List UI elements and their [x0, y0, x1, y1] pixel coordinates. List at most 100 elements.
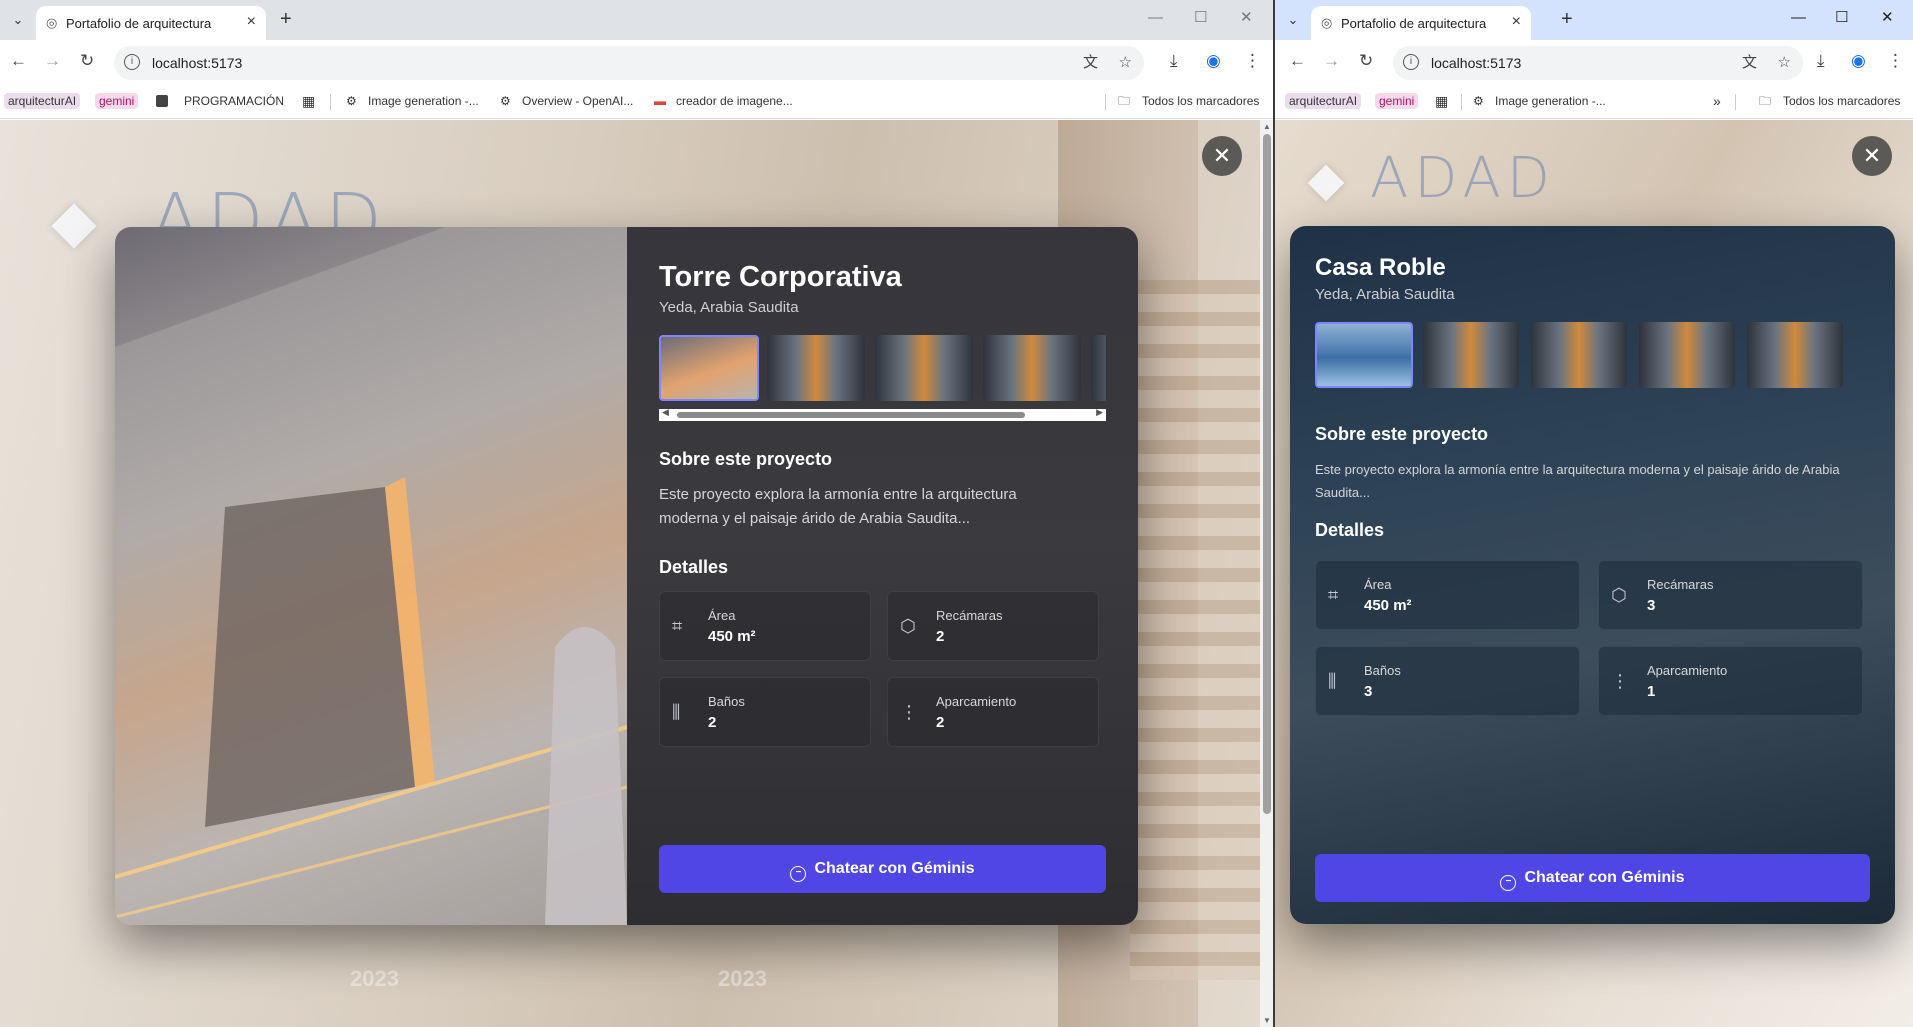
menu-icon[interactable]: ⋮ — [1244, 51, 1261, 71]
chat-icon: − — [790, 866, 807, 882]
scroll-thumb[interactable] — [677, 412, 1025, 418]
maximize-button[interactable]: ☐ — [1194, 8, 1207, 28]
thumbnail-5[interactable] — [1747, 322, 1843, 388]
chat-with-gemini-button[interactable]: − Chatear con Géminis — [659, 845, 1106, 893]
thumbnail-4[interactable] — [983, 335, 1081, 401]
thumbnail-1[interactable] — [659, 335, 759, 401]
thumbnail-5[interactable] — [1091, 335, 1106, 401]
apps-grid-icon[interactable]: ▦ — [1435, 93, 1448, 109]
translate-icon[interactable]: 文 — [1742, 54, 1757, 72]
tab-search-icon[interactable]: ⌄ — [1281, 8, 1305, 32]
detail-value: 3 — [1647, 597, 1656, 614]
thumbnail-scrollbar[interactable]: ◀ ▶ — [659, 407, 1106, 421]
detail-label: Recámaras — [936, 608, 1003, 623]
bookmark-image-generation[interactable]: Image generation -... — [368, 93, 479, 109]
bookmark-creador-imagenes[interactable]: creador de imagene... — [676, 93, 793, 109]
scroll-up-arrow[interactable]: ▲ — [1263, 122, 1271, 131]
project-info-panel: Casa Roble Yeda, Arabia Saudita Sobre es… — [1290, 226, 1895, 924]
detail-label: Baños — [708, 694, 745, 709]
close-tab-icon[interactable]: × — [1512, 13, 1521, 31]
project-year: 2023 — [350, 966, 399, 991]
area-icon: ⌗ — [672, 616, 683, 636]
forward-icon[interactable]: → — [1323, 51, 1340, 71]
close-window-button[interactable]: ✕ — [1240, 8, 1253, 28]
more-bookmarks-icon[interactable]: » — [1713, 93, 1721, 109]
address-bar[interactable]: i localhost:5173 文 ☆ — [1393, 46, 1803, 80]
translate-icon[interactable]: 文 — [1083, 54, 1098, 72]
bookmark-arquitecturai[interactable]: arquitecturAI — [1285, 93, 1362, 109]
close-window-button[interactable]: ✕ — [1881, 8, 1894, 28]
bookmark-gemini[interactable]: gemini — [95, 93, 139, 109]
bath-icon: ⫼ — [672, 702, 681, 722]
new-tab-button[interactable]: + — [1561, 8, 1573, 30]
about-text: Este proyecto explora la armonía entre l… — [1315, 462, 1840, 500]
bookmark-image-generation[interactable]: Image generation -... — [1495, 93, 1606, 109]
profile-icon[interactable]: ◉ — [1206, 51, 1221, 71]
thumbnail-3[interactable] — [875, 335, 973, 401]
apps-grid-icon[interactable]: ▦ — [302, 93, 315, 109]
menu-icon[interactable]: ⋮ — [1887, 51, 1904, 71]
divider — [1735, 94, 1736, 110]
profile-icon[interactable]: ◉ — [1851, 51, 1866, 71]
bookmark-arquitecturai[interactable]: arquitecturAI — [4, 93, 81, 109]
divider — [330, 94, 331, 110]
site-info-icon[interactable]: i — [124, 54, 140, 70]
tab-title: Portafolio de arquitectura — [1341, 16, 1487, 31]
browser-tab[interactable]: ◎ Portafolio de arquitectura × — [1311, 6, 1531, 40]
rainbow-icon: ▬ — [654, 94, 666, 108]
thumbnail-1[interactable] — [1315, 322, 1413, 388]
scroll-down-arrow[interactable]: ▼ — [1263, 1016, 1271, 1025]
bookmark-star-icon[interactable]: ☆ — [1119, 54, 1132, 72]
close-modal-button[interactable]: ✕ — [1852, 136, 1892, 176]
openai-icon: ⚙ — [1473, 94, 1484, 108]
detail-card-area: ⌗ Área 450 m² — [659, 591, 871, 661]
project-location: Yeda, Arabia Saudita — [1315, 286, 1455, 303]
page-scrollbar[interactable]: ▲ ▼ — [1260, 120, 1274, 1027]
detail-label: Aparcamiento — [936, 694, 1017, 709]
thumbnail-strip — [659, 335, 1106, 401]
divider — [1461, 94, 1462, 110]
site-info-icon[interactable]: i — [1403, 54, 1419, 70]
close-modal-button[interactable]: ✕ — [1202, 136, 1242, 176]
thumbnail-4[interactable] — [1639, 322, 1735, 388]
bookmark-star-icon[interactable]: ☆ — [1778, 54, 1791, 72]
more-icon: ⋮ — [1611, 671, 1629, 691]
address-bar[interactable]: i localhost:5173 文 ☆ — [114, 46, 1144, 80]
browser-tab[interactable]: ◎ Portafolio de arquitectura × — [36, 6, 266, 40]
bookmark-gemini[interactable]: gemini — [1375, 93, 1419, 109]
cube-icon: ⬡ — [1611, 585, 1627, 605]
scroll-right-arrow[interactable]: ▶ — [1096, 407, 1103, 418]
page-viewport: ADAD 2023 2023 ✕ Torre Corporativa Yeda,… — [0, 120, 1274, 1027]
download-icon[interactable]: ⤓ — [1817, 51, 1825, 71]
all-bookmarks[interactable]: Todos los marcadores — [1142, 93, 1259, 109]
folder-icon: 🗀 — [1118, 94, 1131, 108]
thumbnail-3[interactable] — [1531, 322, 1627, 388]
tab-search-icon[interactable]: ⌄ — [6, 8, 30, 32]
close-tab-icon[interactable]: × — [247, 13, 256, 31]
maximize-button[interactable]: ☐ — [1835, 8, 1848, 28]
thumbnail-2[interactable] — [767, 335, 865, 401]
thumbnail-2[interactable] — [1423, 322, 1519, 388]
tab-strip: ⌄ ◎ Portafolio de arquitectura × + — ☐ ✕ — [0, 0, 1274, 40]
reload-icon[interactable]: ↻ — [80, 51, 94, 71]
new-tab-button[interactable]: + — [280, 8, 292, 30]
globe-icon: ◎ — [46, 15, 58, 30]
minimize-button[interactable]: — — [1791, 8, 1806, 28]
bookmark-programacion[interactable]: PROGRAMACIÓN — [184, 93, 284, 109]
openai-icon: ⚙ — [500, 94, 511, 108]
detail-value: 3 — [1364, 683, 1373, 700]
back-icon[interactable]: ← — [10, 51, 27, 71]
bookmark-overview-openai[interactable]: Overview - OpenAI... — [522, 93, 633, 109]
all-bookmarks[interactable]: Todos los marcadores — [1783, 93, 1900, 109]
download-icon[interactable]: ⤓ — [1170, 51, 1178, 71]
detail-value: 450 m² — [708, 628, 756, 645]
url-text: localhost:5173 — [152, 55, 243, 71]
chat-with-gemini-button[interactable]: − Chatear con Géminis — [1315, 854, 1870, 902]
minimize-button[interactable]: — — [1148, 8, 1163, 28]
scroll-left-arrow[interactable]: ◀ — [662, 407, 669, 418]
forward-icon[interactable]: → — [44, 51, 61, 71]
reload-icon[interactable]: ↻ — [1359, 51, 1373, 71]
site-logo: ADAD — [1370, 146, 1556, 211]
back-icon[interactable]: ← — [1289, 51, 1306, 71]
page-scroll-thumb[interactable] — [1263, 134, 1271, 814]
